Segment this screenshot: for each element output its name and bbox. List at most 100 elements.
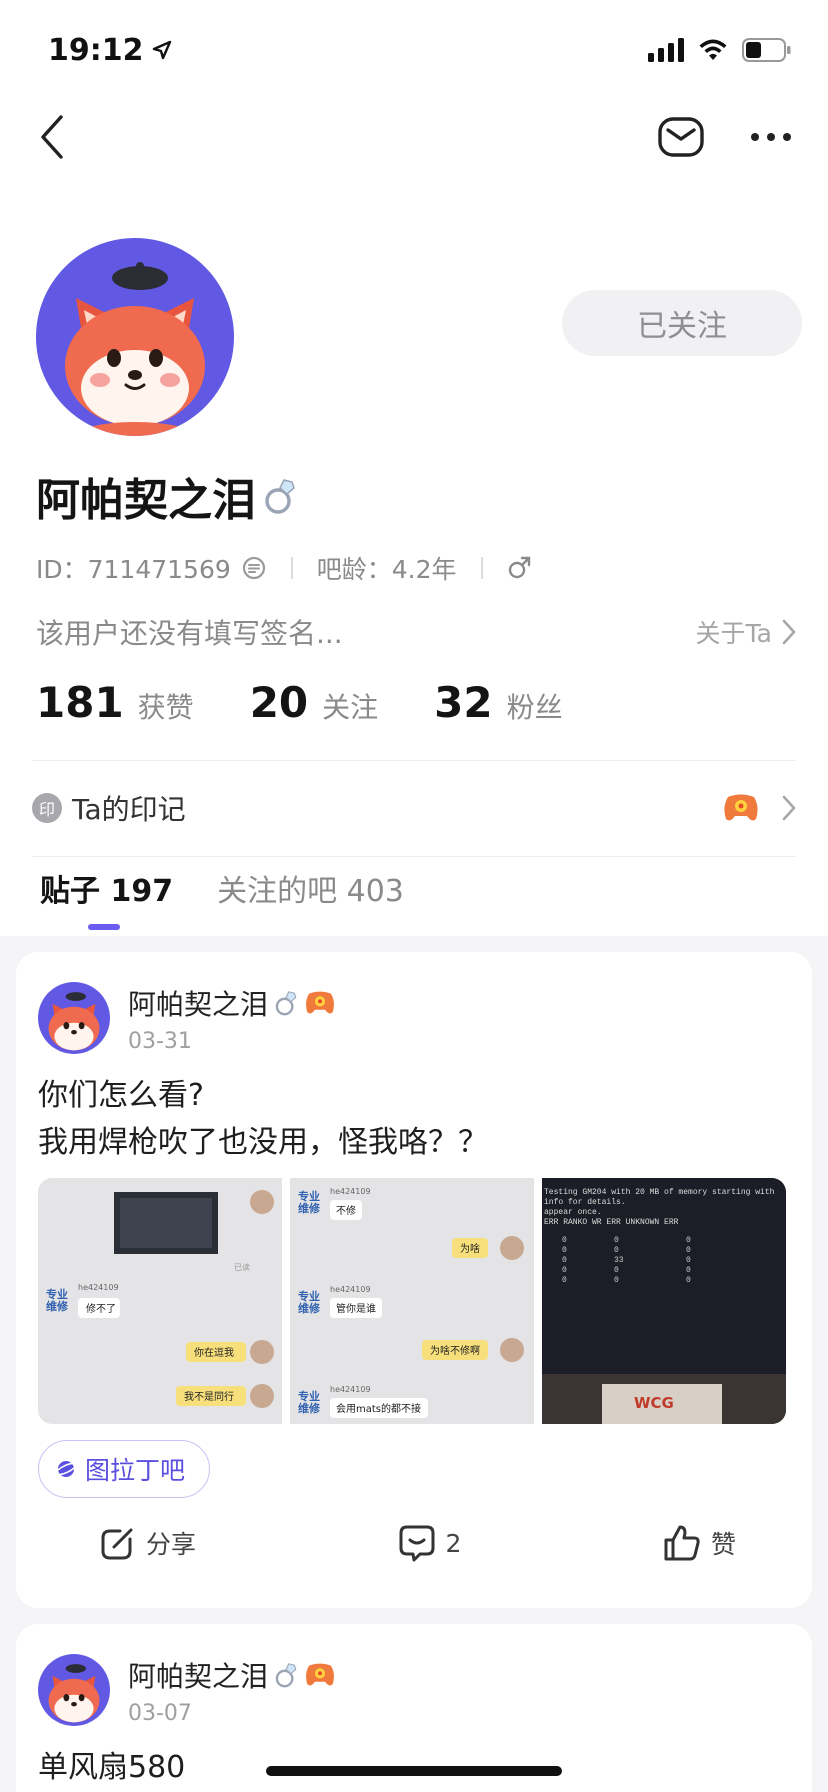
- back-button[interactable]: [40, 115, 64, 159]
- account-age: 吧龄：4.2年: [316, 555, 457, 584]
- svg-text:专业: 专业: [46, 1287, 68, 1301]
- nav-bar: [0, 100, 828, 174]
- svg-text:0: 0: [562, 1266, 567, 1275]
- signature-text: 该用户还没有填写签名...: [36, 617, 343, 650]
- divider: [32, 760, 796, 761]
- svg-text:0: 0: [686, 1236, 691, 1245]
- post-date: 03-31: [128, 1028, 192, 1054]
- svg-text:维修: 维修: [298, 1201, 321, 1215]
- svg-text:0: 0: [614, 1236, 619, 1245]
- battery-icon: [742, 38, 791, 62]
- fox-avatar-icon: [48, 992, 100, 1051]
- marks-badge: 印: [32, 793, 62, 823]
- svg-text:0: 0: [562, 1276, 567, 1285]
- post-body[interactable]: 你们怎么看? 我用焊枪吹了也没用，怪我咯？？: [16, 1054, 812, 1166]
- tab-posts[interactable]: 贴子 197: [40, 866, 173, 930]
- thumbs-up-icon: [664, 1525, 700, 1561]
- chat-message: 不修: [336, 1204, 356, 1217]
- stat-likes: 181 获赞: [36, 678, 194, 727]
- chat-reply: 为啥: [460, 1242, 480, 1255]
- svg-text:0: 0: [562, 1236, 567, 1245]
- meta-divider: [290, 557, 293, 579]
- tab-active-indicator: [88, 924, 120, 930]
- message-button[interactable]: [658, 117, 704, 157]
- svg-text:0: 0: [614, 1246, 619, 1255]
- profile-avatar[interactable]: [36, 238, 234, 436]
- post-images: 已读 专业 维修 he424109 修不了 你在逗我 我不是同行 专业 维修 h…: [16, 1166, 812, 1424]
- profile-stats: 181 获赞 20 关注 32 粉丝: [36, 678, 619, 727]
- share-button[interactable]: 分享: [100, 1525, 196, 1561]
- tab-followed-bars[interactable]: 关注的吧 403: [217, 866, 404, 930]
- post-image[interactable]: Testing GM204 with 20 MB of memory start…: [542, 1178, 786, 1424]
- chat-message: 管你是谁: [336, 1302, 376, 1315]
- comment-count: 2: [445, 1528, 462, 1558]
- svg-text:维修: 维修: [298, 1301, 321, 1315]
- chat-username: he424109: [330, 1187, 371, 1196]
- memory-test-screen-image: Testing GM204 with 20 MB of memory start…: [542, 1188, 786, 1424]
- ring-badge-icon: [275, 990, 297, 1015]
- about-link[interactable]: 关于Ta: [696, 614, 796, 650]
- post-avatar[interactable]: [38, 1654, 110, 1726]
- chat-message: 修不了: [86, 1302, 116, 1315]
- cellular-signal-icon: [648, 38, 684, 62]
- like-label: 赞: [710, 1530, 736, 1559]
- ring-badge-icon: [275, 1662, 297, 1687]
- post-author-name-text: 阿帕契之泪: [128, 987, 269, 1021]
- svg-text:0: 0: [614, 1266, 619, 1275]
- screen-text: Testing GM204 with 20 MB of memory start…: [544, 1188, 775, 1197]
- more-dots-icon: [751, 133, 791, 141]
- envelope-icon: [658, 117, 704, 157]
- game-controller-badge-icon: [724, 794, 758, 821]
- monitor-brand: WCG: [634, 1394, 674, 1412]
- user-id: ID：711471569: [36, 555, 231, 584]
- post-avatar[interactable]: [38, 982, 110, 1054]
- post-header: 阿帕契之泪 03-31: [16, 952, 812, 1054]
- post-body[interactable]: 单风扇580: [16, 1726, 812, 1791]
- post-header: 阿帕契之泪 03-07: [16, 1624, 812, 1726]
- screen-text: ERR RANKO WR ERR UNKNOWN ERR: [544, 1218, 679, 1227]
- profile-tabs: 贴子 197 关注的吧 403: [40, 866, 404, 930]
- post-author-name[interactable]: 阿帕契之泪: [128, 1655, 336, 1695]
- planet-icon: [55, 1461, 77, 1477]
- svg-text:0: 0: [686, 1246, 691, 1255]
- chat-username: he424109: [78, 1283, 119, 1292]
- svg-text:专业: 专业: [298, 1189, 320, 1203]
- svg-text:0: 0: [562, 1246, 567, 1255]
- signature-row: 该用户还没有填写签名... 关于Ta: [36, 612, 796, 652]
- post-author: 阿帕契之泪 03-07: [128, 1655, 336, 1726]
- stat-fans[interactable]: 32 粉丝: [434, 678, 562, 727]
- location-arrow-icon: [152, 40, 171, 60]
- like-button[interactable]: 赞: [663, 1524, 736, 1562]
- post-author-name[interactable]: 阿帕契之泪: [128, 983, 336, 1023]
- home-indicator: [266, 1766, 562, 1776]
- post-image[interactable]: 专业 维修 he424109 不修 为啥 专业 维修 he424109 管你是谁…: [290, 1178, 534, 1424]
- chat-reply: 我不是同行: [184, 1390, 234, 1403]
- marks-row[interactable]: 印 Ta的印记: [32, 772, 796, 844]
- chat-message: 会用mats的都不接: [336, 1402, 421, 1415]
- status-bar: 19:12: [0, 0, 828, 100]
- post-image[interactable]: 已读 专业 维修 he424109 修不了 你在逗我 我不是同行: [38, 1178, 282, 1424]
- male-gender-icon: [508, 556, 530, 579]
- chat-screenshot-image: 专业 维修 he424109 不修 为啥 专业 维修 he424109 管你是谁…: [298, 1187, 524, 1418]
- stat-number: 20: [249, 678, 309, 727]
- forum-tag-chip[interactable]: 图拉丁吧: [38, 1440, 211, 1498]
- ring-badge-icon: [265, 479, 295, 514]
- svg-text:33: 33: [614, 1256, 624, 1265]
- tab-posts-label: 贴子 197: [40, 874, 174, 909]
- svg-text:专业: 专业: [298, 1389, 320, 1403]
- copy-id-icon[interactable]: [241, 555, 267, 581]
- stat-number: 181: [36, 678, 124, 727]
- chat-screenshot-image: 已读 专业 维修 he424109 修不了 你在逗我 我不是同行: [46, 1190, 274, 1408]
- comment-button[interactable]: 2: [398, 1524, 462, 1562]
- stat-following[interactable]: 20 关注: [250, 678, 378, 727]
- chevron-left-icon: [41, 115, 63, 159]
- more-button[interactable]: [750, 132, 792, 142]
- post-feed[interactable]: 阿帕契之泪 03-31 你们怎么看? 我用焊枪吹了也没用，怪我咯？？ 已读 专业…: [0, 936, 828, 1792]
- followed-button[interactable]: 已关注: [562, 290, 802, 356]
- chat-username: he424109: [330, 1285, 371, 1294]
- post-text-line: 我用焊枪吹了也没用，怪我咯？？: [38, 1125, 488, 1160]
- post-card[interactable]: 阿帕契之泪 03-31 你们怎么看? 我用焊枪吹了也没用，怪我咯？？ 已读 专业…: [16, 952, 812, 1608]
- svg-text:维修: 维修: [298, 1401, 321, 1415]
- forum-tag-label: 图拉丁吧: [85, 1456, 186, 1485]
- comment-icon: [399, 1525, 435, 1562]
